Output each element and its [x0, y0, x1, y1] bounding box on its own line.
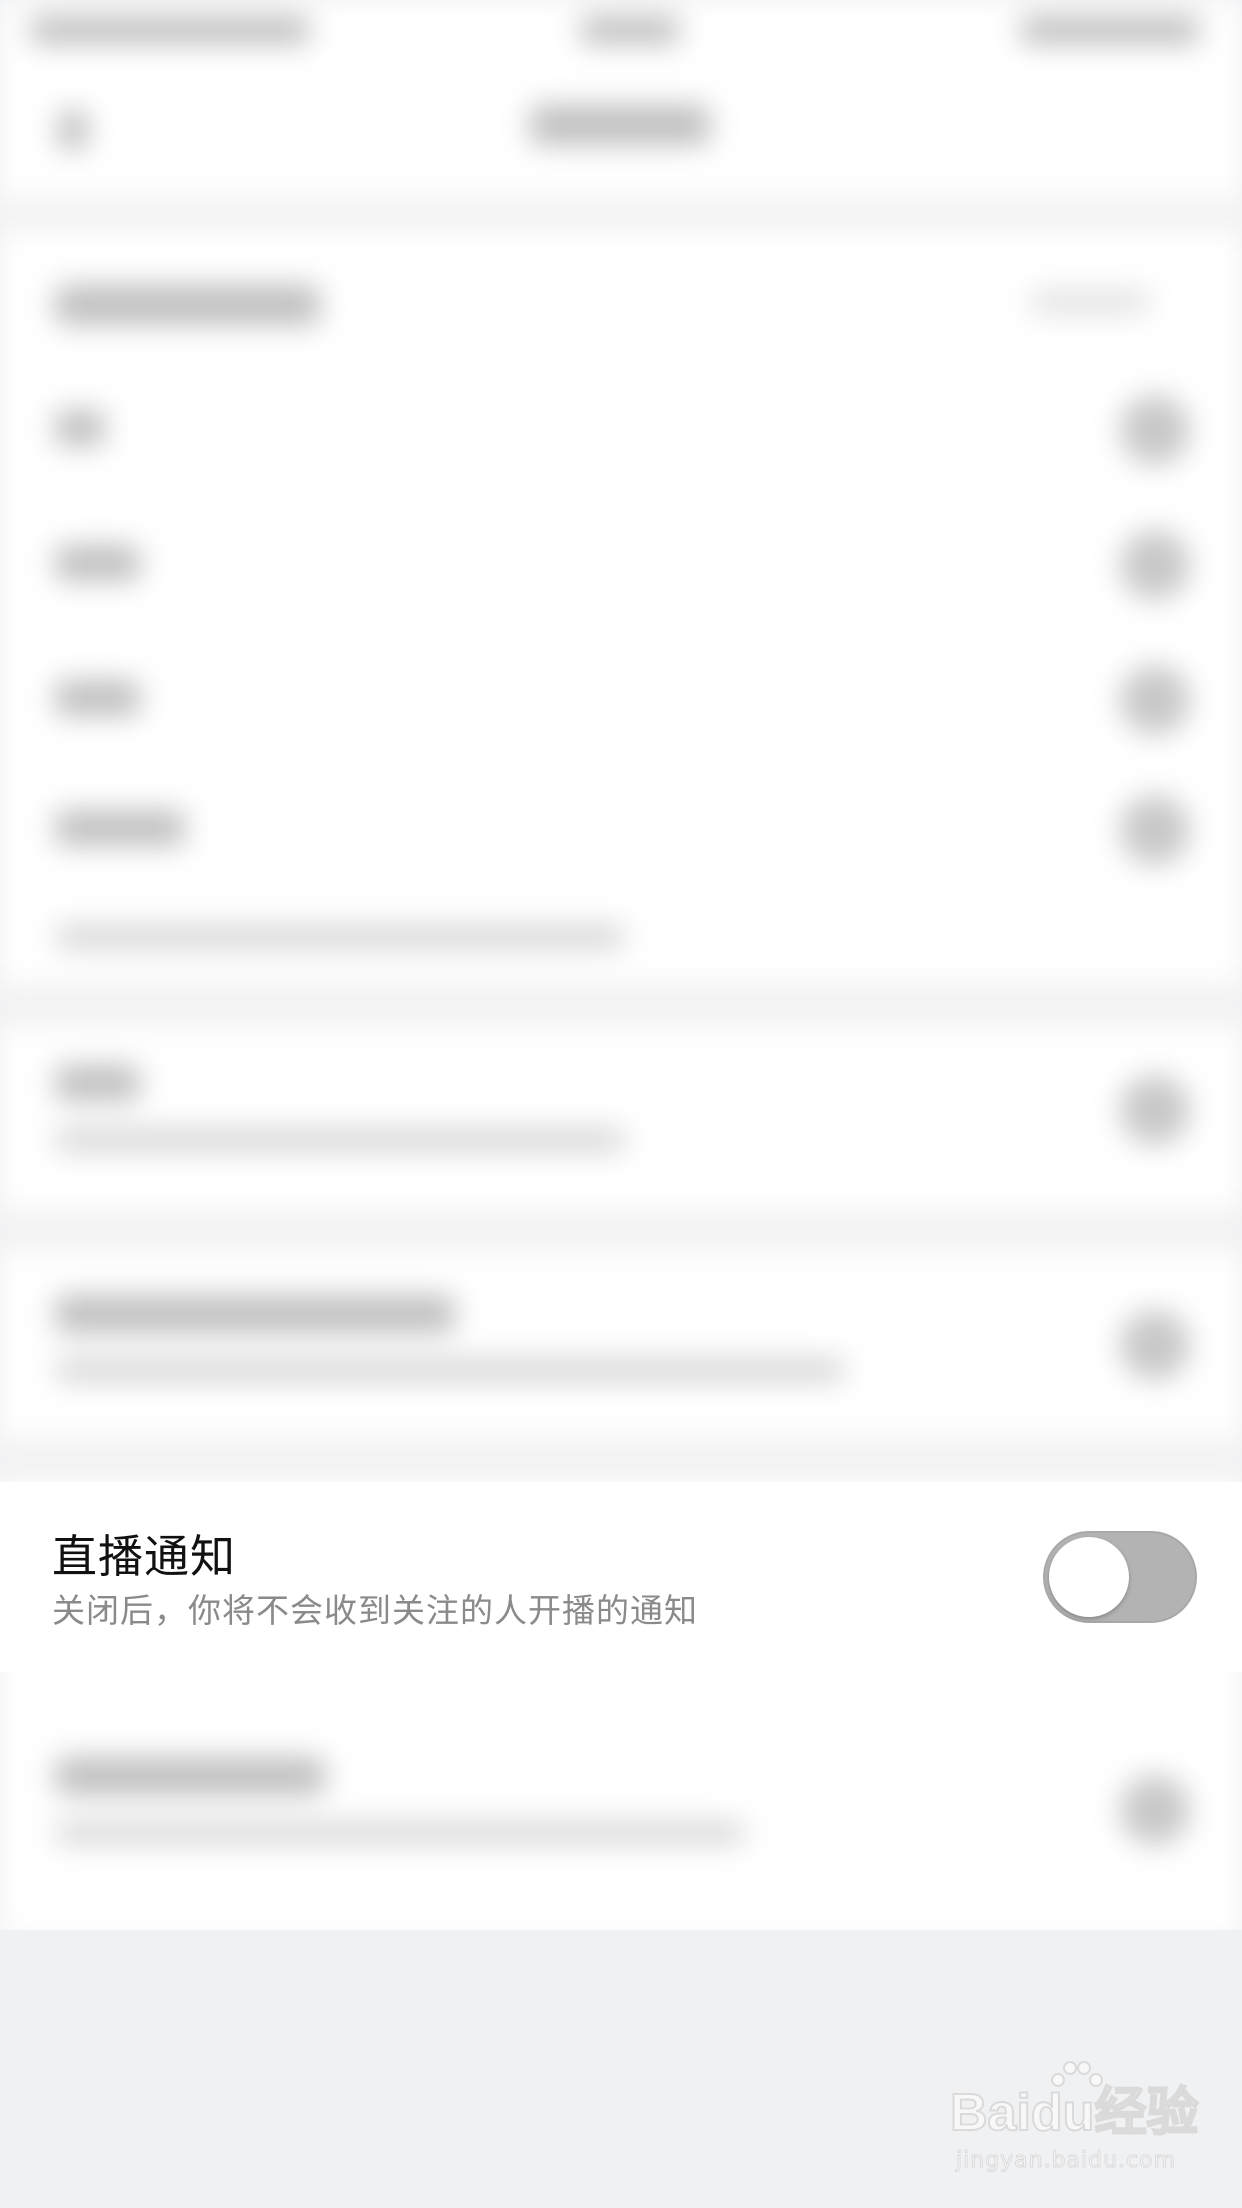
blurred-divider [0, 1440, 1242, 1480]
toggle-knob [1049, 1537, 1129, 1617]
blurred-toggle [1120, 395, 1190, 465]
blurred-toggle [1120, 665, 1190, 735]
watermark-logo-text: Baidu经验 [949, 2083, 1199, 2143]
blurred-row-desc [55, 1822, 745, 1844]
blurred-toggle [1120, 1075, 1190, 1145]
blurred-toggle [1120, 1310, 1190, 1380]
live-notification-description: 关闭后，你将不会收到关注的人开播的通知 [52, 1591, 698, 1630]
blurred-divider [0, 1210, 1242, 1250]
blurred-status-bar [1020, 16, 1200, 44]
blurred-section-title [55, 285, 320, 325]
blurred-status-bar [580, 16, 680, 44]
blurred-row-label [55, 545, 140, 581]
blurred-row-label [55, 810, 185, 846]
blurred-status-bar [30, 16, 310, 44]
notification-settings-page: 直播通知 关闭后，你将不会收到关注的人开播的通知 Baidu经验 jingyan… [0, 0, 1242, 2208]
blurred-row-label [55, 410, 105, 446]
blurred-row-label [55, 1295, 455, 1333]
blurred-toggle [1120, 1775, 1190, 1845]
blurred-section-hint [1030, 290, 1150, 314]
live-notification-toggle[interactable] [1043, 1531, 1197, 1623]
blurred-back-icon [58, 110, 88, 150]
blurred-toggle [1120, 530, 1190, 600]
blurred-row-label [55, 1757, 325, 1795]
blurred-divider [0, 200, 1242, 230]
blurred-divider [0, 985, 1242, 1025]
blurred-toggle [1120, 795, 1190, 865]
blurred-row-desc [55, 925, 625, 949]
blurred-row-desc [55, 1358, 845, 1382]
blurred-row-desc [55, 1128, 625, 1152]
live-notification-title: 直播通知 [52, 1530, 237, 1583]
blurred-row-label [55, 680, 140, 716]
blurred-row-label [55, 1065, 140, 1101]
watermark-url-text: jingyan.baidu.com [955, 2148, 1177, 2174]
live-notification-row: 直播通知 关闭后，你将不会收到关注的人开播的通知 [0, 1482, 1242, 1672]
blurred-page-title [530, 105, 710, 145]
baidu-jingyan-watermark: Baidu经验 jingyan.baidu.com [949, 2061, 1220, 2190]
